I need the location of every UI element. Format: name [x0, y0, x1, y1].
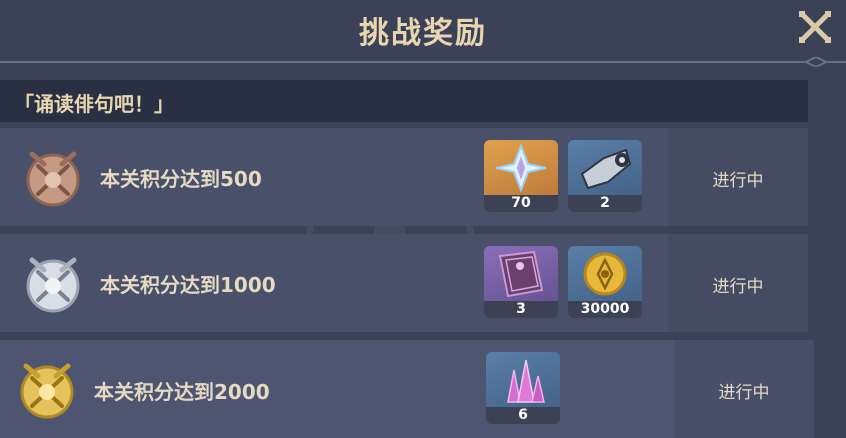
reward-count: 3: [484, 301, 558, 318]
status-label: 进行中: [718, 383, 770, 403]
reward-row: 本关积分达到500 70 2 进行中: [0, 128, 808, 226]
reward-row: 本关积分达到2000 6 进行中: [0, 340, 814, 438]
reward-slot[interactable]: 30000: [568, 246, 642, 318]
crystal-icon: [507, 359, 545, 403]
header-divider: [0, 57, 846, 67]
status-label: 进行中: [712, 171, 764, 191]
section-title: 「诵读俳句吧！」: [14, 92, 174, 116]
mora-bag-icon: [580, 148, 632, 190]
book-icon: [498, 250, 544, 298]
gold-coin-icon: [583, 252, 627, 296]
reward-row: 本关积分达到1000 3 30000 进行中: [0, 234, 808, 332]
primogem-icon: [495, 143, 547, 193]
reward-count: 30000: [568, 301, 642, 318]
dialog-title: 挑战奖励: [359, 16, 487, 51]
reward-slot[interactable]: 70: [484, 140, 558, 212]
reward-count: 2: [568, 195, 642, 212]
dialog-header: 挑战奖励: [0, 0, 846, 67]
task-label: 本关积分达到500: [100, 167, 262, 191]
task-label: 本关积分达到2000: [94, 380, 270, 404]
bronze-medal-icon: [26, 151, 80, 207]
reward-count: 70: [484, 195, 558, 212]
status-label: 进行中: [712, 277, 764, 297]
task-label: 本关积分达到1000: [100, 273, 276, 297]
reward-slot[interactable]: 3: [484, 246, 558, 318]
reward-slot[interactable]: 6: [486, 352, 560, 424]
gold-medal-icon: [20, 363, 74, 419]
section-header: 「诵读俳句吧！」: [0, 80, 808, 122]
status-cell: 进行中: [668, 234, 808, 332]
close-icon[interactable]: [798, 10, 832, 44]
silver-medal-icon: [26, 257, 80, 313]
reward-slot[interactable]: 2: [568, 140, 642, 212]
reward-count: 6: [486, 407, 560, 424]
status-cell: 进行中: [674, 340, 814, 438]
status-cell: 进行中: [668, 128, 808, 226]
